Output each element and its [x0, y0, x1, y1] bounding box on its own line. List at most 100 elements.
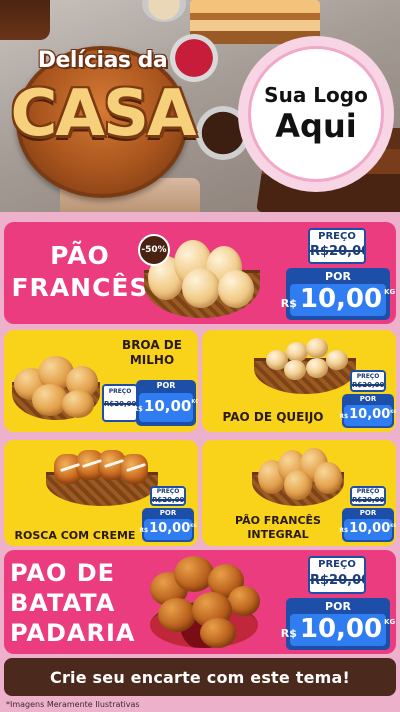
old-price-box: PREÇO R$20,00: [308, 228, 366, 264]
new-price-value-box: R$ 10,00 KG: [133, 393, 198, 422]
new-price-box: POR R$ 10,00 KG: [281, 598, 395, 650]
unit-label: KG: [390, 409, 396, 414]
price-tag: PREÇO R$20,00 POR R$ 10,00 KG: [281, 228, 395, 320]
old-price-value: R$20,00: [310, 244, 366, 259]
unit-label: KG: [384, 618, 396, 626]
bread-roll: [218, 270, 254, 308]
bread-roll: [314, 462, 342, 494]
header-photo: Delícias da CASA Sua Logo Aqui: [0, 0, 400, 212]
old-price-value: R$20,00: [310, 573, 366, 588]
old-price-label: PREÇO: [310, 230, 364, 244]
store-logo: Delícias da CASA: [10, 30, 197, 205]
old-price-box: PREÇO R$20,00: [102, 384, 138, 422]
broa-de-milho-image: [8, 344, 104, 424]
disclaimer-text: *Imagens Meramente Ilustrativas: [6, 700, 140, 709]
bread-roll: [326, 350, 348, 370]
product-name-line: INTEGRAL: [247, 528, 309, 541]
new-price-value-box: R$ 10,00 KG: [281, 284, 395, 316]
new-price-box: POR R$ 10,00 KG: [139, 508, 197, 542]
bread-roll: [200, 618, 236, 648]
product-name: ROSCA COM CREME: [8, 528, 142, 543]
bread-roll: [306, 338, 328, 358]
currency-symbol: R$: [132, 405, 143, 413]
product-name: PAO DE QUEIJO: [208, 410, 338, 425]
product-name-line: PAO DE QUEIJO: [222, 410, 324, 424]
unit-label: KG: [190, 523, 197, 528]
old-price-box: PREÇO R$20,00: [150, 486, 186, 506]
new-price-value: 10,00: [149, 521, 191, 536]
product-name-line: PAO DE: [10, 559, 116, 587]
old-price-value: R$20,00: [352, 496, 385, 504]
product-card-broa-de-milho: BROA DE MILHO PREÇO R$20,00 POR R$ 10,00…: [4, 330, 198, 432]
unit-label: KG: [384, 288, 396, 296]
new-price-label: POR: [159, 509, 177, 517]
new-price-value-box: R$ 10,00 KG: [281, 614, 395, 646]
discount-badge: -50%: [138, 234, 170, 266]
old-price-label: PREÇO: [152, 488, 184, 496]
bread-roll: [284, 360, 306, 380]
new-price-value-box: R$ 10,00 KG: [339, 519, 396, 540]
new-price-label: POR: [325, 270, 351, 283]
product-name: PAO DE BATATA PADARIA: [6, 558, 146, 648]
unit-label: KG: [390, 523, 396, 528]
product-grid: PÃO FRANCÊS -50% PREÇO R$20,00 POR R$ 10…: [0, 212, 400, 712]
new-price-label: POR: [325, 600, 351, 613]
bread-roll: [286, 342, 308, 362]
cta-banner: Crie seu encarte com este tema!: [4, 658, 396, 696]
your-logo-line2: Aqui: [275, 107, 357, 145]
old-price-value: R$20,00: [352, 381, 385, 389]
price-tag: PREÇO R$20,00 POR R$ 10,00 KG: [139, 486, 197, 542]
cta-banner-text: Crie seu encarte com este tema!: [50, 667, 350, 687]
your-logo-inner: Sua Logo Aqui: [248, 46, 384, 182]
bread-roll: [182, 268, 220, 308]
price-tag: PREÇO R$20,00 POR R$ 10,00 KG: [102, 380, 198, 426]
product-name: PÃO FRANCÊS INTEGRAL: [216, 514, 340, 542]
new-price-box: POR R$ 10,00 KG: [281, 268, 395, 320]
your-logo-placeholder: Sua Logo Aqui: [238, 36, 394, 192]
product-card-pao-de-queijo: PREÇO R$20,00 POR R$ 10,00 KG PAO DE QUE…: [202, 330, 396, 432]
product-name: PÃO FRANCÊS: [10, 240, 150, 304]
bowl-image: [142, 0, 186, 22]
product-name: BROA DE MILHO: [110, 338, 194, 368]
currency-symbol: R$: [339, 527, 349, 534]
old-price-box: PREÇO R$20,00: [350, 486, 386, 506]
pao-de-batata-image: [144, 552, 264, 652]
unit-label: KG: [191, 399, 198, 405]
product-card-pao-frances: PÃO FRANCÊS -50% PREÇO R$20,00 POR R$ 10…: [4, 222, 396, 324]
product-name-line: PÃO: [50, 241, 110, 270]
new-price-label: POR: [359, 509, 377, 517]
product-card-pao-frances-integral: PREÇO R$20,00 POR R$ 10,00 KG PÃO FRANCÊ…: [202, 440, 396, 546]
new-price-box: POR R$ 10,00 KG: [339, 508, 396, 542]
new-price-label: POR: [156, 381, 176, 390]
bread-roll: [174, 556, 214, 592]
product-name-line: ROSCA COM CREME: [14, 529, 136, 542]
bread-roll: [158, 598, 196, 632]
logo-big-text: CASA: [10, 77, 196, 151]
new-price-box: POR R$ 10,00 KG: [339, 394, 396, 428]
product-name-line: PÃO FRANCÊS: [235, 514, 321, 527]
old-price-value: R$20,00: [152, 496, 185, 504]
new-price-value-box: R$ 10,00 KG: [339, 405, 396, 426]
product-name-line: MILHO: [129, 353, 175, 367]
currency-symbol: R$: [339, 413, 349, 420]
logo-small-text: Delícias da: [37, 48, 168, 73]
new-price-value: 10,00: [349, 407, 391, 422]
product-name-line: BROA DE: [122, 338, 182, 352]
price-tag: PREÇO R$20,00 POR R$ 10,00 KG: [339, 370, 396, 428]
new-price-value: 10,00: [349, 521, 391, 536]
price-tag: PREÇO R$20,00 POR R$ 10,00 KG: [339, 486, 396, 542]
new-price-value: 10,00: [299, 614, 383, 644]
your-logo-line1: Sua Logo: [264, 83, 368, 107]
new-price-value: 10,00: [299, 284, 383, 314]
new-price-label: POR: [359, 395, 377, 403]
flyer-page: Delícias da CASA Sua Logo Aqui PÃO FRANC…: [0, 0, 400, 712]
old-price-label: PREÇO: [352, 488, 384, 496]
old-price-value: R$20,00: [104, 400, 137, 408]
bread-roll: [306, 358, 328, 378]
pao-frances-integral-image: [248, 442, 348, 508]
product-name-line: FRANCÊS: [11, 273, 149, 302]
new-price-box: POR R$ 10,00 KG: [133, 380, 198, 426]
product-name-line: PADARIA: [10, 619, 136, 647]
product-card-pao-de-batata: PAO DE BATATA PADARIA PREÇO R$20,00 POR …: [4, 550, 396, 654]
bread-roll: [62, 390, 94, 418]
